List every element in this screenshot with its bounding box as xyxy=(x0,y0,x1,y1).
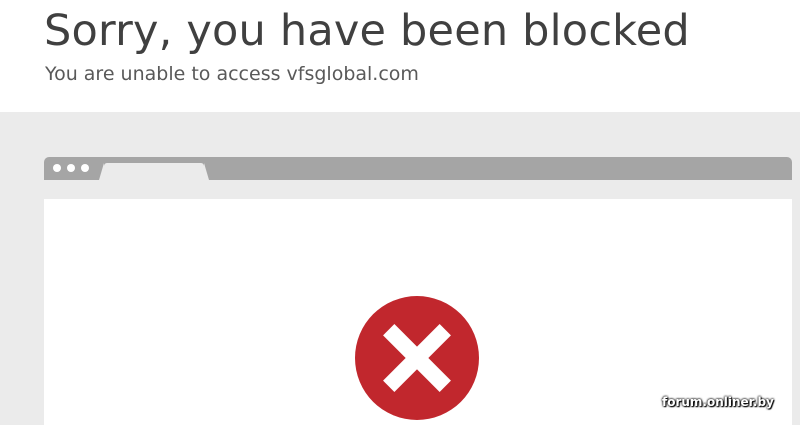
watermark-text: forum.onliner.by xyxy=(662,395,774,409)
page-title: Sorry, you have been blocked xyxy=(44,6,690,56)
browser-tab xyxy=(99,163,209,180)
x-circle-icon xyxy=(355,296,479,420)
window-dot-icon xyxy=(53,164,61,172)
window-dot-icon xyxy=(81,164,89,172)
browser-illustration xyxy=(44,157,792,425)
browser-content-area xyxy=(44,199,792,425)
browser-title-bar xyxy=(44,157,792,180)
window-dot-icon xyxy=(67,164,75,172)
page-header: Sorry, you have been blocked You are una… xyxy=(0,0,800,112)
page-subtitle: You are unable to access vfsglobal.com xyxy=(45,63,419,85)
